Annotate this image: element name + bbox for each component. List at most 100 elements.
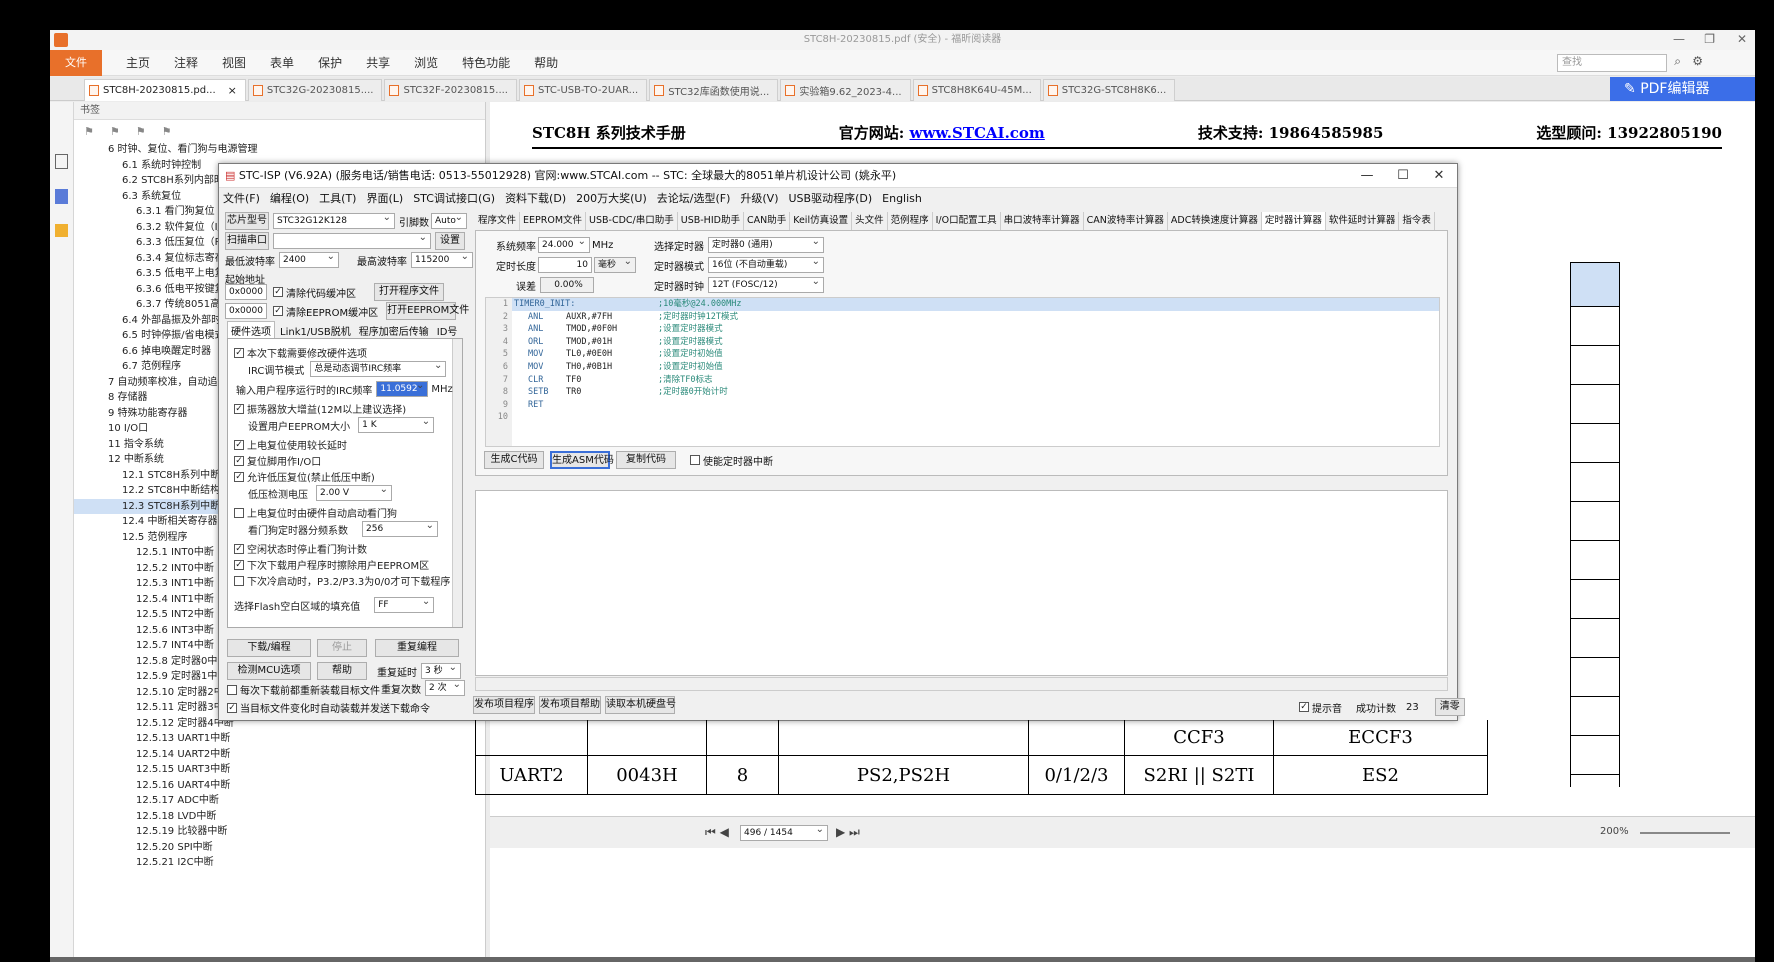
tab-link1[interactable]: Link1/USB脱机 — [277, 322, 354, 339]
menu-protect[interactable]: 保护 — [318, 54, 342, 71]
menu-browse[interactable]: 浏览 — [414, 54, 438, 71]
menu-share[interactable]: 共享 — [366, 54, 390, 71]
doc-site-link[interactable]: www.STCAI.com — [910, 124, 1045, 142]
close-tab-icon[interactable]: × — [228, 84, 237, 97]
bookmark-item[interactable]: 12.5.18 LVD中断 — [74, 809, 485, 825]
detect-mcu-button[interactable]: 检测MCU选项 — [227, 662, 311, 680]
doc-tab[interactable]: STC32G-STC8H8K6... — [1042, 78, 1176, 101]
isp-menu-item[interactable]: 工具(T) — [319, 190, 356, 206]
modify-options-checkbox[interactable]: ✓ — [234, 347, 244, 358]
auto-send-checkbox[interactable]: ✓ — [227, 702, 237, 713]
download-button[interactable]: 下载/编程 — [227, 639, 311, 657]
isp-menu-item[interactable]: STC调试接口(G) — [413, 190, 495, 206]
menu-form[interactable]: 表单 — [270, 54, 294, 71]
bookmark-item[interactable]: 12.5.21 I2C中断 — [74, 855, 485, 871]
bookmark-tool-icon[interactable]: ⚑ — [84, 125, 94, 138]
bookmark-item[interactable]: 12.5.19 比较器中断 — [74, 824, 485, 840]
zoom-level[interactable]: 200% — [1600, 826, 1629, 837]
search-input[interactable]: 查找 — [1557, 54, 1667, 72]
isp-menu-item[interactable]: USB驱动程序(D) — [789, 190, 873, 206]
tab-id[interactable]: ID号 — [434, 322, 461, 339]
sysfreq-select[interactable]: 24.000 — [538, 237, 590, 253]
addr1-field[interactable]: 0x0000 — [225, 284, 267, 300]
bookmark-tool-icon[interactable]: ⚑ — [136, 125, 146, 138]
beep-checkbox[interactable]: ✓ — [1299, 702, 1309, 712]
page-number-field[interactable]: 496 / 1454 — [740, 825, 828, 841]
file-tab[interactable]: 文件 — [50, 49, 102, 76]
maximize-icon[interactable]: ☐ — [1385, 164, 1421, 188]
minimize-icon[interactable]: — — [1349, 164, 1385, 188]
doc-tab[interactable]: STC32库函数使用说... — [649, 78, 779, 101]
repeat-delay-select[interactable]: 3 秒 — [421, 663, 461, 679]
close-icon[interactable]: ✕ — [1737, 32, 1747, 46]
tool-tab[interactable]: USB-CDC/串口助手 — [586, 212, 678, 230]
output-log[interactable] — [475, 490, 1448, 676]
doc-tab[interactable]: STC32G-20230815.... — [247, 78, 383, 101]
nav-arrows-icon[interactable]: ⏮ ◀ — [705, 825, 729, 840]
tool-tab[interactable]: 软件延时计算器 — [1325, 212, 1400, 230]
eeprom-size-select[interactable]: 1 K — [358, 417, 435, 433]
tool-tab[interactable]: ADC转换速度计算器 — [1167, 212, 1262, 230]
tool-tab[interactable]: 定时器计算器 — [1261, 212, 1326, 230]
long-delay-checkbox[interactable]: ✓ — [234, 439, 244, 450]
timer-select[interactable]: 定时器0 (通用) — [708, 237, 824, 253]
wdt-auto-checkbox[interactable] — [234, 507, 244, 518]
isp-menu-item[interactable]: 界面(L) — [366, 190, 403, 206]
doc-tab[interactable]: STC8H-20230815.pd... × — [84, 78, 246, 101]
menu-view[interactable]: 视图 — [222, 54, 246, 71]
max-baud-select[interactable]: 115200 — [411, 252, 473, 268]
isp-menu-item[interactable]: 200万大奖(U) — [576, 190, 647, 206]
tool-tab[interactable]: I/O口配置工具 — [932, 212, 1001, 230]
idle-wdt-checkbox[interactable]: ✓ — [234, 543, 244, 554]
menu-comment[interactable]: 注释 — [174, 54, 198, 71]
tool-tab[interactable]: 程序文件 — [475, 212, 521, 230]
tool-tab[interactable]: Keil仿真设置 — [790, 212, 853, 230]
doc-tab[interactable]: STC32F-20230815.... — [384, 78, 517, 101]
bookmark-item[interactable]: 12.5.17 ADC中断 — [74, 793, 485, 809]
enable-int-checkbox[interactable] — [690, 455, 700, 465]
min-baud-select[interactable]: 2400 — [279, 252, 339, 268]
clear-code-checkbox[interactable]: ✓ — [273, 287, 283, 297]
close-icon[interactable]: ✕ — [1421, 164, 1457, 188]
clear-eeprom-checkbox[interactable]: ✓ — [273, 306, 283, 316]
isp-menu-item[interactable]: 文件(F) — [223, 190, 260, 206]
irc-freq-input[interactable]: 11.0592 — [376, 381, 429, 397]
scan-port-button[interactable]: 扫描串口 — [225, 232, 269, 250]
tool-tab[interactable]: 头文件 — [852, 212, 888, 230]
pages-panel-icon[interactable] — [55, 189, 68, 204]
isp-menu-item[interactable]: 编程(O) — [270, 190, 309, 206]
lvr-checkbox[interactable]: ✓ — [234, 471, 244, 482]
irc-mode-select[interactable]: 总是动态调节IRC频率 — [310, 361, 447, 377]
publish-help-button[interactable]: 发布项目帮助 — [539, 696, 601, 714]
publish-button[interactable]: 发布项目程序 — [473, 696, 535, 714]
repeat-count-select[interactable]: 2 次 — [425, 680, 465, 696]
help-button[interactable]: 帮助 — [317, 662, 367, 680]
search-icon[interactable]: ⌕ — [1674, 54, 1681, 69]
menu-features[interactable]: 特色功能 — [462, 54, 510, 71]
tool-tab[interactable]: CAN波特率计算器 — [1083, 212, 1168, 230]
chip-select[interactable]: STC32G12K128 — [273, 213, 395, 229]
pins-select[interactable]: Auto — [431, 213, 467, 229]
doc-tab[interactable]: 实验箱9.62_2023-4... — [780, 78, 911, 101]
p32-checkbox[interactable] — [234, 575, 244, 586]
bookmark-item[interactable]: 12.5.20 SPI中断 — [74, 840, 485, 856]
clear-count-button[interactable]: 清零 — [1434, 698, 1465, 716]
timer-mode-select[interactable]: 16位 (不自动重载) — [708, 257, 824, 273]
bookmark-tool-icon[interactable]: ⚑ — [162, 125, 172, 138]
fill-select[interactable]: FF — [374, 597, 435, 613]
pdf-editor-button[interactable]: ✎ PDF编辑器 — [1610, 77, 1755, 101]
settings-button[interactable]: 设置 — [435, 232, 465, 250]
reprogram-button[interactable]: 重复编程 — [375, 639, 459, 657]
gear-icon[interactable]: ⚙ — [1692, 54, 1703, 68]
bookmark-tool-icon[interactable]: ⚑ — [110, 125, 120, 138]
nav-next-icon[interactable]: ▶ ⏭ — [836, 825, 860, 840]
open-program-button[interactable]: 打开程序文件 — [374, 283, 444, 301]
asm-code-view[interactable]: 1 2 3 4 5 6 7 8 9 10 TIMER0_INIT: ;10毫秒@24.000MHz A… — [485, 297, 1440, 447]
tab-encrypt[interactable]: 程序加密后传输 — [356, 322, 432, 339]
bookmark-item[interactable]: 12.5.15 UART3中断 — [74, 762, 485, 778]
options-scrollbar[interactable] — [452, 339, 462, 627]
bookmark-item[interactable]: 12.5.14 UART2中断 — [74, 747, 485, 763]
tool-tab[interactable]: USB-HID助手 — [677, 212, 744, 230]
generate-asm-button[interactable]: 生成ASM代码 — [550, 451, 614, 469]
wdt-div-select[interactable]: 256 — [362, 521, 438, 537]
